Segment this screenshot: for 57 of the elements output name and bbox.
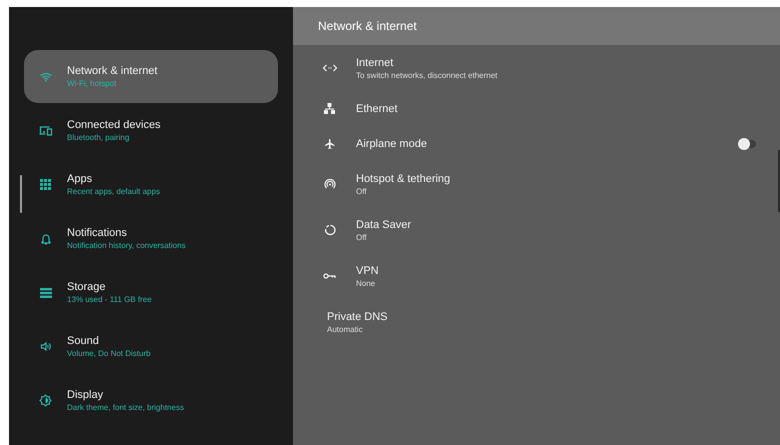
sidebar-item[interactable]: Network & internet Wi-Fi, hotspot	[24, 50, 278, 103]
data-saver-icon	[324, 224, 336, 236]
setting-subtitle: None	[356, 278, 376, 288]
page-title: Network & internet	[318, 18, 417, 35]
settings-row[interactable]: Ethernet	[293, 91, 780, 126]
speaker-icon	[40, 341, 52, 352]
devices-icon	[38, 125, 52, 136]
storage-icon	[40, 288, 52, 298]
sidebar-item[interactable]: Connected devices Bluetooth, pairing	[24, 104, 278, 157]
settings-row[interactable]: Airplane mode	[293, 126, 780, 161]
item-subtitle: Notification history, conversations	[67, 240, 186, 251]
sidebar-item[interactable]: Storage 13% used - 111 GB free	[24, 266, 278, 319]
sidebar-item[interactable]: Apps Recent apps, default apps	[24, 158, 278, 211]
setting-subtitle: Off	[356, 232, 368, 242]
bell-icon	[40, 232, 50, 244]
code-arrows-icon	[322, 64, 336, 72]
item-title: Connected devices	[67, 118, 161, 132]
item-subtitle: Wi-Fi, hotspot	[67, 78, 118, 89]
item-title: Storage	[67, 280, 107, 294]
ethernet-icon	[324, 103, 335, 114]
item-title: Display	[67, 388, 104, 402]
setting-title: Airplane mode	[356, 136, 428, 150]
setting-title: Hotspot & tethering	[356, 172, 452, 186]
scrollbar-thumb	[778, 150, 780, 212]
setting-title: VPN	[356, 264, 380, 278]
grid-icon	[40, 179, 51, 190]
settings-row[interactable]: Hotspot & tethering Off	[293, 161, 780, 207]
setting-title: Private DNS	[327, 310, 389, 324]
wifi-icon	[40, 72, 52, 82]
settings-row[interactable]: Private DNS Automatic	[293, 299, 780, 345]
setting-subtitle: Off	[356, 186, 368, 196]
item-title: Notifications	[67, 226, 128, 240]
item-subtitle: Dark theme, font size, brightness	[67, 402, 184, 413]
item-title: Sound	[67, 334, 100, 348]
key-icon	[323, 272, 336, 280]
hotspot-icon	[324, 178, 336, 190]
brightness-icon	[39, 394, 52, 407]
item-subtitle: Recent apps, default apps	[67, 186, 160, 197]
settings-row[interactable]: VPN None	[293, 253, 780, 299]
setting-title: Internet	[356, 56, 394, 70]
settings-row[interactable]: Internet To switch networks, disconnect ethernet	[293, 45, 780, 91]
setting-subtitle: To switch networks, disconnect ethernet	[356, 70, 498, 80]
sidebar-item[interactable]: Display Dark theme, font size, brightness	[24, 374, 278, 427]
setting-subtitle: Automatic	[327, 324, 364, 334]
item-subtitle: Bluetooth, pairing	[67, 132, 130, 143]
item-title: Apps	[67, 172, 94, 186]
airplane-icon	[324, 138, 336, 150]
toggle-switch[interactable]	[738, 140, 756, 148]
settings-row[interactable]: Data Saver Off	[293, 207, 780, 253]
item-subtitle: Volume, Do Not Disturb	[67, 348, 151, 359]
sidebar-item[interactable]: Sound Volume, Do Not Disturb	[24, 320, 278, 373]
setting-title: Ethernet	[356, 102, 399, 116]
item-subtitle: 13% used - 111 GB free	[67, 294, 152, 305]
sidebar-item[interactable]: Notifications Notification history, conversations	[24, 212, 278, 265]
setting-title: Data Saver	[356, 218, 412, 232]
scrollbar-thumb	[20, 175, 22, 213]
item-title: Network & internet	[67, 64, 158, 78]
